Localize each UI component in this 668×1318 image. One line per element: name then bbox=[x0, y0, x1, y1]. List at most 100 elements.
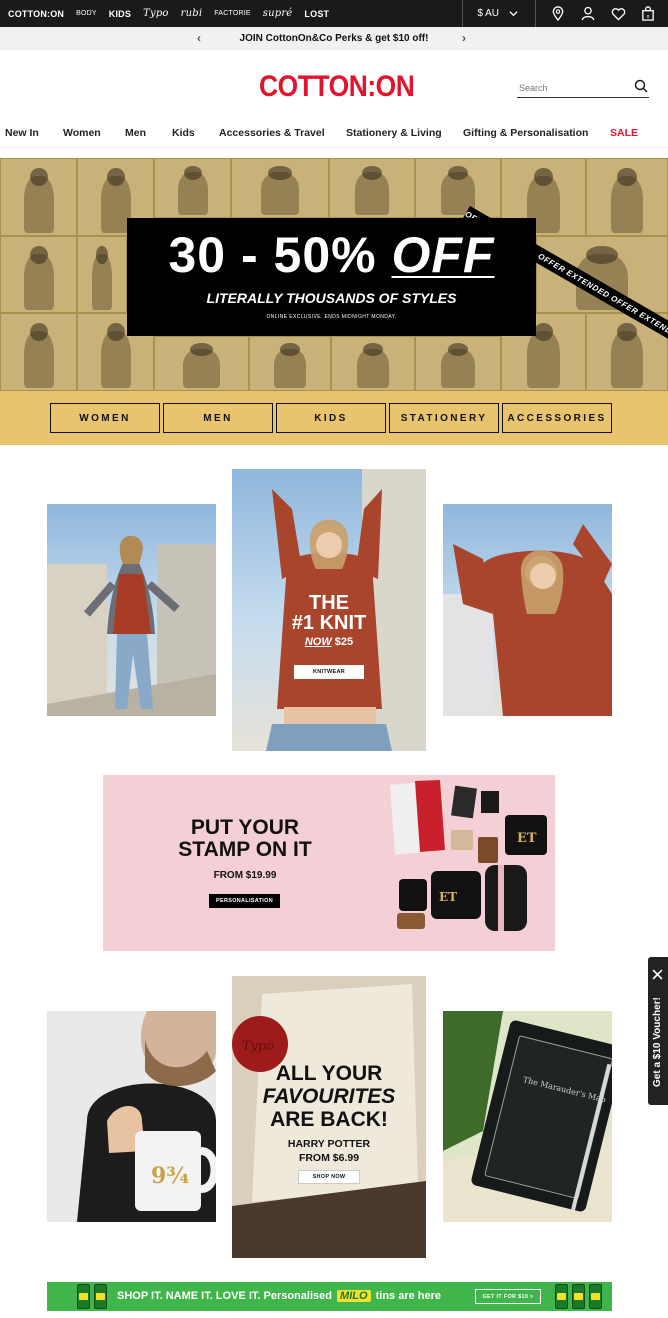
currency-label: $ AU bbox=[477, 8, 499, 19]
marauders-map-notebook-photo[interactable]: The Marauder's Map bbox=[443, 1011, 612, 1222]
hp-brand: HARRY POTTER bbox=[287, 1138, 371, 1150]
nav-item-sale[interactable]: SALE bbox=[610, 127, 638, 139]
hp-headline-line2: FAVOURITES bbox=[232, 1085, 426, 1108]
harry-potter-copy: ALL YOUR FAVOURITES ARE BACK! HARRY POTT… bbox=[232, 1062, 426, 1165]
category-button-stationery[interactable]: STATIONERY bbox=[389, 403, 499, 433]
brand-link-supre[interactable]: supré bbox=[263, 8, 293, 19]
milo-slogan-end: tins are here bbox=[375, 1290, 442, 1302]
svg-text:ET: ET bbox=[517, 831, 537, 846]
hp-headline-line3: ARE BACK! bbox=[270, 1108, 388, 1131]
knit-now-label: NOW bbox=[304, 636, 332, 648]
currency-selector[interactable]: $ AU bbox=[462, 0, 536, 27]
nav-item-gifting-personalisation[interactable]: Gifting & Personalisation bbox=[463, 127, 588, 139]
hero-photo-tile bbox=[249, 336, 331, 391]
site-logo[interactable]: COTTON:ON bbox=[259, 70, 415, 104]
hero-photo-tile bbox=[0, 236, 77, 313]
milo-banner-text: SHOP IT. NAME IT. LOVE IT. Personalised … bbox=[117, 1290, 441, 1302]
voucher-tab-text: Get a $10 Voucher! bbox=[652, 997, 663, 1087]
milo-tins-banner[interactable]: SHOP IT. NAME IT. LOVE IT. Personalised … bbox=[47, 1282, 612, 1311]
typo-seal-text: Typo bbox=[242, 1039, 274, 1054]
voucher-side-tab[interactable]: Get a $10 Voucher! bbox=[648, 957, 668, 1105]
personalised-products-image: ET ET bbox=[390, 780, 547, 931]
mug-photo[interactable]: 9¾ bbox=[47, 1011, 216, 1222]
wishlist-icon[interactable] bbox=[610, 6, 626, 22]
hp-favourites-word: FAVOURITES bbox=[262, 1085, 396, 1108]
sale-fine-print: ONLINE EXCLUSIVE. ENDS MIDNIGHT MONDAY. bbox=[266, 314, 397, 320]
shop-now-button[interactable]: SHOP NOW bbox=[298, 1170, 360, 1184]
hero-photo-tile bbox=[586, 158, 668, 236]
milo-tin-icon bbox=[589, 1284, 602, 1309]
sale-percent: 30 - 50% bbox=[168, 227, 377, 283]
nav-item-kids[interactable]: Kids bbox=[172, 127, 195, 139]
nav-item-new-in[interactable]: New In bbox=[5, 127, 39, 139]
account-icon[interactable] bbox=[580, 6, 596, 22]
main-nav: New In Women Men Kids Accessories & Trav… bbox=[0, 124, 668, 148]
search-input[interactable] bbox=[517, 78, 627, 98]
category-button-accessories[interactable]: ACCESSORIES bbox=[502, 403, 612, 433]
chevron-down-icon bbox=[505, 6, 521, 22]
brand-link-lost[interactable]: LOST bbox=[304, 9, 329, 19]
hero-photo-tile bbox=[231, 158, 329, 218]
brand-bar: COTTON:ON BODY KIDS Typo rubi FACTORIE s… bbox=[0, 0, 668, 27]
sale-subhead: LITERALLY THOUSANDS OF STYLES bbox=[206, 290, 457, 306]
knit-photo-left[interactable] bbox=[47, 504, 216, 716]
milo-tin-icon bbox=[555, 1284, 568, 1309]
hero-photo-tile bbox=[329, 158, 415, 218]
category-button-women[interactable]: WOMEN bbox=[50, 403, 160, 433]
hero-photo-tile bbox=[154, 336, 249, 391]
milo-slogan: SHOP IT. NAME IT. LOVE IT. Personalised bbox=[117, 1290, 332, 1302]
category-button-men[interactable]: MEN bbox=[163, 403, 273, 433]
svg-text:ET: ET bbox=[439, 890, 457, 904]
brand-link-rubi[interactable]: rubi bbox=[181, 8, 203, 19]
hero-photo-tile bbox=[415, 158, 501, 218]
search-box bbox=[517, 78, 649, 98]
brand-links: COTTON:ON BODY KIDS Typo rubi FACTORIE s… bbox=[8, 0, 329, 27]
milo-tin-icon bbox=[77, 1284, 90, 1309]
hero-banner[interactable]: OFFER EXTENDED OFFER EXTENDED OFFER EXTE… bbox=[0, 158, 668, 391]
knit-price: $25 bbox=[334, 636, 354, 648]
perks-promo-strip: ‹ JOIN CottonOn&Co Perks & get $10 off! … bbox=[0, 27, 668, 50]
search-icon[interactable] bbox=[633, 78, 649, 94]
sale-off-word: OFF bbox=[391, 227, 495, 283]
brand-link-factorie[interactable]: FACTORIE bbox=[214, 10, 250, 17]
nav-item-stationery-living[interactable]: Stationery & Living bbox=[346, 127, 442, 139]
get-it-for-10-button[interactable]: GET IT FOR $10 > bbox=[475, 1289, 541, 1304]
knit-photo-right[interactable] bbox=[443, 504, 612, 716]
milo-tin-icon bbox=[572, 1284, 585, 1309]
personalisation-title: PUT YOUR STAMP ON IT bbox=[178, 816, 312, 861]
nav-item-women[interactable]: Women bbox=[63, 127, 101, 139]
perks-promo-text[interactable]: JOIN CottonOn&Co Perks & get $10 off! bbox=[240, 33, 429, 44]
category-button-kids[interactable]: KIDS bbox=[276, 403, 386, 433]
knit-title-line1: THE bbox=[309, 592, 349, 614]
location-icon[interactable] bbox=[550, 6, 566, 22]
knit-promo-copy: THE #1 KNIT NOW $25 bbox=[232, 593, 426, 648]
harry-potter-promo[interactable]: Typo ALL YOUR FAVOURITES ARE BACK! HARRY… bbox=[232, 976, 426, 1258]
knit-photo-center[interactable]: THE #1 KNIT NOW $25 KNITWEAR bbox=[232, 469, 426, 751]
hp-headline-line1: ALL YOUR bbox=[275, 1062, 383, 1085]
milo-tin-icon bbox=[94, 1284, 107, 1309]
sale-headline-box: 30 - 50% OFF LITERALLY THOUSANDS OF STYL… bbox=[127, 218, 536, 336]
chevron-right-icon[interactable]: › bbox=[462, 31, 466, 45]
sale-headline: 30 - 50% OFF bbox=[127, 226, 536, 284]
hp-price: FROM $6.99 bbox=[298, 1152, 360, 1164]
brand-link-kids[interactable]: KIDS bbox=[109, 9, 131, 19]
hero-photo-tile bbox=[415, 336, 501, 391]
knit-title-line2: #1 KNIT bbox=[291, 612, 367, 634]
knit-price-line: NOW $25 bbox=[232, 636, 426, 648]
brand-link-body[interactable]: BODY bbox=[76, 10, 97, 17]
nav-item-men[interactable]: Men bbox=[125, 127, 146, 139]
personalisation-price: FROM $19.99 bbox=[213, 870, 277, 881]
hero-photo-tile bbox=[0, 313, 77, 391]
bag-icon[interactable]: 0 bbox=[640, 6, 656, 22]
hero-photo-tile bbox=[331, 336, 415, 391]
personalisation-banner[interactable]: PUT YOUR STAMP ON IT FROM $19.99 PERSONA… bbox=[103, 775, 555, 951]
knitwear-button[interactable]: KNITWEAR bbox=[294, 665, 364, 679]
hero-photo-tile bbox=[0, 158, 77, 236]
brand-link-typo[interactable]: Typo bbox=[143, 8, 169, 19]
close-icon[interactable] bbox=[652, 967, 663, 985]
nav-item-accessories-travel[interactable]: Accessories & Travel bbox=[219, 127, 325, 139]
svg-text:9¾: 9¾ bbox=[151, 1163, 189, 1189]
personalisation-button[interactable]: PERSONALISATION bbox=[209, 894, 280, 908]
brand-link-cottonon[interactable]: COTTON:ON bbox=[8, 9, 64, 19]
chevron-left-icon[interactable]: ‹ bbox=[197, 31, 201, 45]
